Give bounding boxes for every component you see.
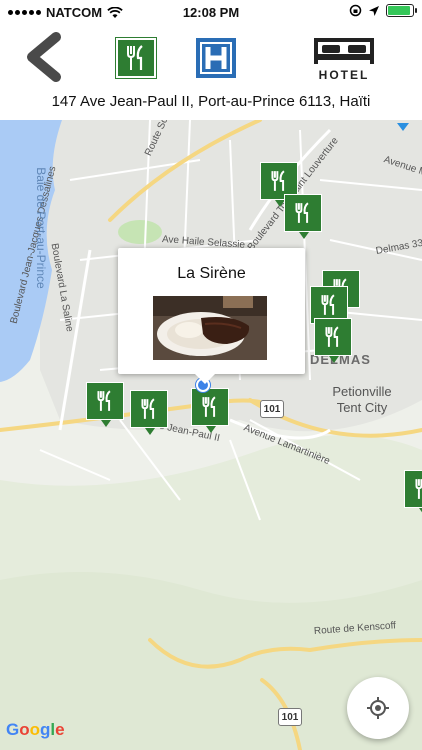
status-right (349, 4, 417, 17)
google-logo-letter: e (55, 720, 65, 739)
fork-knife-icon (141, 398, 155, 419)
google-logo-letter: g (40, 720, 51, 739)
fork-knife-icon (325, 326, 339, 347)
hotel-label: HOTEL (318, 68, 370, 82)
back-button[interactable] (20, 32, 66, 82)
battery-icon (386, 4, 417, 17)
callout-title: La Sirène (177, 265, 246, 282)
fork-knife-icon (415, 479, 422, 499)
fork-knife-icon (295, 202, 309, 223)
crosshair-icon (367, 697, 389, 719)
locate-me-button[interactable] (347, 677, 409, 739)
google-logo: Google (6, 720, 65, 740)
current-address: 147 Ave Jean-Paul II, Port-au-Prince 611… (51, 93, 371, 110)
place-callout[interactable]: La Sirène (118, 248, 305, 384)
status-bar: NATCOM 12:08 PM (0, 0, 422, 26)
location-arrow-icon (369, 5, 379, 16)
fork-knife-icon (202, 396, 216, 417)
fork-knife-icon (271, 170, 285, 191)
place-label-petionville: Petionville Tent City (332, 384, 392, 415)
google-logo-letter: G (6, 720, 20, 739)
category-toolbar: HOTEL (0, 26, 422, 88)
rotation-lock-icon (349, 4, 362, 17)
restaurant-marker[interactable] (130, 390, 168, 435)
hospitals-filter-button[interactable] (196, 38, 236, 78)
map-view[interactable]: Route Soleil Boulevard La Saline Bouleva… (0, 120, 422, 750)
restaurant-dish-photo[interactable] (153, 296, 267, 360)
restaurant-marker[interactable] (86, 382, 124, 427)
restaurants-filter-button[interactable] (115, 37, 157, 79)
bed-icon (314, 38, 374, 64)
google-logo-letter: o (19, 720, 30, 739)
google-logo-letter: o (29, 720, 41, 739)
place-label-bay: Baie de Port-au-Prince (34, 167, 48, 289)
chevron-left-icon (27, 32, 61, 82)
restaurant-marker[interactable] (314, 318, 352, 363)
fork-knife-icon (127, 45, 143, 70)
hospital-h-icon (200, 42, 232, 74)
hotels-filter-button[interactable]: HOTEL (310, 36, 378, 82)
restaurant-marker[interactable] (404, 470, 422, 515)
fork-knife-icon (321, 294, 335, 315)
route-shield-101: 101 (260, 400, 284, 418)
restaurant-marker[interactable] (284, 194, 322, 239)
restaurant-marker-selected[interactable] (191, 388, 229, 433)
heading-arrow-icon (397, 123, 409, 131)
route-shield-101: 101 (278, 708, 302, 726)
fork-knife-icon (97, 390, 111, 411)
